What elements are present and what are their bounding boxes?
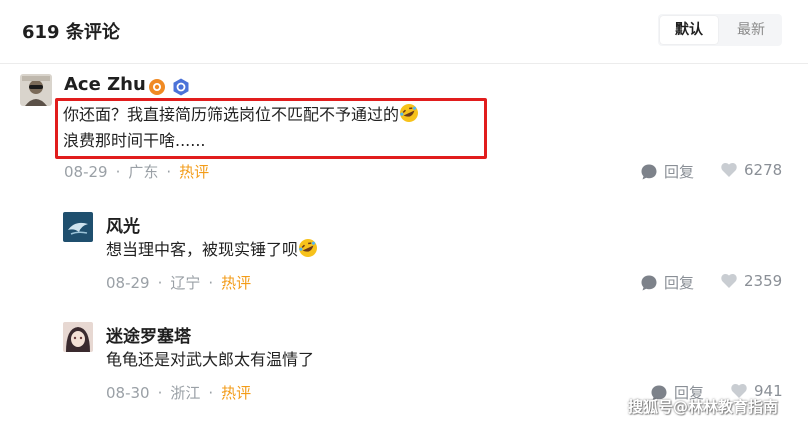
username-ace-zhu[interactable]: Ace Zhu: [64, 74, 146, 95]
heart-icon: [721, 273, 737, 288]
comment-count-title: 619 条评论: [22, 22, 120, 43]
comment-location: 辽宁: [170, 274, 201, 292]
like-count: 6278: [744, 161, 783, 179]
like-button[interactable]: 2359: [720, 272, 782, 290]
rofl-emoji-icon: [299, 239, 318, 257]
comment-text: 想当理中客，被现实锤了呗: [106, 237, 318, 262]
header-divider: [0, 63, 808, 64]
comment-date: 08-29: [106, 274, 150, 292]
reply-label: 回复: [664, 274, 695, 292]
hot-comment-tag[interactable]: 热评: [179, 163, 209, 181]
reply-button[interactable]: 回复: [640, 272, 694, 293]
hot-comment-tag[interactable]: 热评: [221, 384, 251, 402]
reply-icon: [641, 164, 657, 179]
like-count: 2359: [744, 272, 783, 290]
hot-comment-tag[interactable]: 热评: [221, 274, 251, 292]
like-button[interactable]: 6278: [720, 161, 782, 179]
comment-text: 龟龟还是对武大郎太有温情了: [106, 350, 315, 369]
avatar-ace-zhu[interactable]: [20, 74, 52, 106]
comment-date: 08-29: [64, 163, 108, 181]
orange-medal-icon: [149, 79, 165, 95]
comment-meta: 08-29 · 广东 · 热评: [64, 163, 210, 181]
reply-icon: [641, 275, 657, 290]
comment-location: 广东: [128, 163, 159, 181]
reply-label: 回复: [664, 163, 695, 181]
comment-date: 08-30: [106, 384, 150, 402]
comment-meta: 08-29 · 辽宁 · 热评: [106, 274, 252, 292]
username-mitu-luosaita[interactable]: 迷途罗塞塔: [106, 322, 191, 347]
heart-icon: [721, 162, 737, 177]
comment-location: 浙江: [170, 384, 201, 402]
sort-toggle: 默认 最新: [658, 14, 782, 46]
highlight-box: [55, 98, 487, 159]
blue-verified-icon: [173, 78, 189, 96]
reply-button[interactable]: 回复: [640, 161, 694, 182]
username-fengguang[interactable]: 风光: [106, 212, 140, 237]
watermark: 搜狐号@林林教育指南: [628, 398, 779, 416]
sort-latest-button[interactable]: 最新: [722, 16, 780, 44]
avatar-mitu-luosaita[interactable]: [63, 322, 93, 352]
avatar-fengguang[interactable]: [63, 212, 93, 242]
comment-meta: 08-30 · 浙江 · 热评: [106, 384, 252, 402]
sort-default-button[interactable]: 默认: [660, 16, 718, 44]
